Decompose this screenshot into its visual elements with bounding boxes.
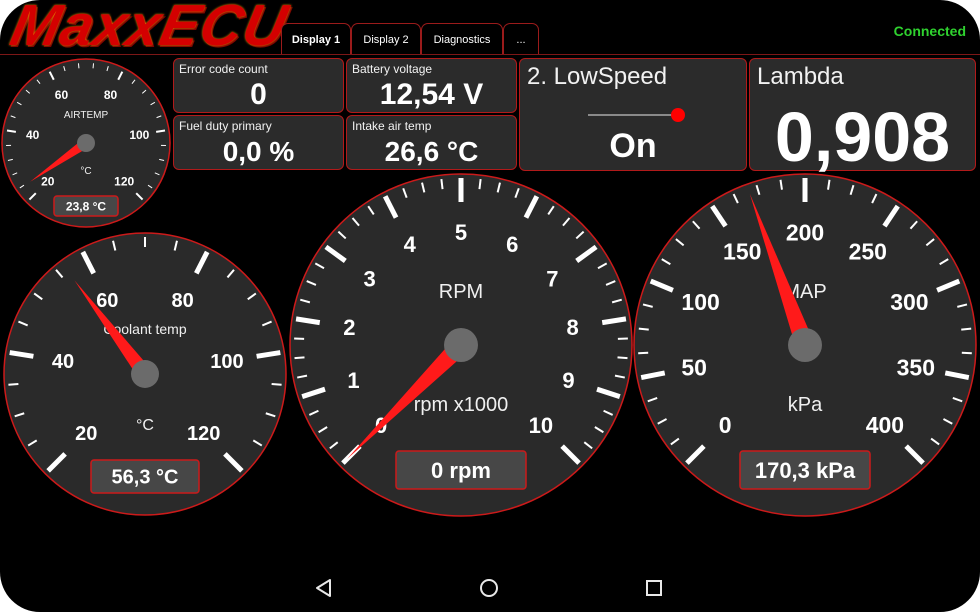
gauge-readout: 0 rpm — [431, 458, 491, 483]
tick-label: 3 — [363, 267, 375, 292]
tick-label: 20 — [41, 175, 55, 189]
tile-battery-voltage[interactable]: Battery voltage 12,54 V — [346, 58, 517, 113]
tab-divider — [0, 54, 980, 55]
gauge-coolant-temp: 204060 80100120Coolant temp°C56,3 °C — [3, 232, 287, 516]
toggle-knob-icon — [671, 108, 685, 122]
tick-label: 40 — [52, 351, 74, 373]
toggle-track — [588, 114, 678, 116]
tick-label: 350 — [897, 354, 935, 380]
gauge-unit: °C — [80, 166, 91, 177]
android-nav-bar — [0, 560, 980, 612]
home-icon[interactable] — [477, 576, 501, 600]
tick-label: 80 — [104, 88, 118, 102]
recents-icon[interactable] — [642, 576, 666, 600]
gauge-unit: rpm x1000 — [414, 394, 509, 416]
tile-label: Fuel duty primary — [179, 119, 272, 133]
tick-label: 250 — [849, 238, 887, 264]
tick-label: 10 — [529, 413, 553, 438]
tile-value: 12,54 V — [379, 78, 484, 111]
tick-label: 150 — [723, 238, 761, 264]
tick-label: 0 — [719, 412, 732, 438]
tick-label: 6 — [506, 232, 518, 257]
tile-value: 0,908 — [774, 98, 951, 176]
tile-label: Error code count — [179, 62, 268, 76]
tile-label: Battery voltage — [352, 62, 433, 76]
gauge-map: 050100150200250300350400MAPkPa170,3 kPa — [633, 173, 977, 517]
tick-label: 100 — [129, 128, 149, 142]
tick-label: 300 — [890, 289, 928, 315]
gauge-hub — [131, 360, 159, 388]
minor-tick — [271, 382, 282, 386]
major-tick — [6, 129, 17, 133]
tile-lambda[interactable]: Lambda 0,908 — [749, 58, 976, 176]
minor-tick — [617, 356, 628, 360]
tile-error-code-count[interactable]: Error code count 0 — [173, 58, 344, 113]
tile-value: 0 — [250, 78, 267, 111]
minor-tick — [478, 179, 482, 190]
tick-label: 50 — [681, 354, 707, 380]
major-tick — [155, 129, 166, 133]
gauge-rpm: 012345678910RPMrpm x10000 rpm — [289, 173, 633, 517]
gauge-airtemp: 20 40 60 80 100 120 AIRTEMP °C 23,8 °C — [1, 58, 171, 228]
tile-value: 26,6 °C — [384, 136, 479, 167]
tile-label: Intake air temp — [352, 119, 432, 133]
gauge-unit: °C — [136, 417, 154, 434]
tick-label: 100 — [681, 289, 719, 315]
tile-label: Lambda — [757, 63, 844, 90]
tab-diagnostics[interactable]: Diagnostics — [421, 23, 503, 55]
gauge-hub — [788, 328, 822, 362]
tick-label: 120 — [114, 175, 134, 189]
tick-label: 7 — [546, 267, 558, 292]
tick-label: 40 — [26, 128, 40, 142]
tab-display-2[interactable]: Display 2 — [351, 23, 421, 55]
tile-fuel-duty-primary[interactable]: Fuel duty primary 0,0 % — [173, 115, 344, 170]
tick-label: 60 — [55, 88, 69, 102]
gauge-readout: 56,3 °C — [112, 467, 179, 489]
tile-low-speed[interactable]: 2. LowSpeed On — [519, 58, 747, 171]
gauge-hub — [444, 328, 478, 362]
tick-label: 120 — [187, 423, 220, 445]
tick-label: 80 — [172, 290, 194, 312]
gauge-readout: 170,3 kPa — [755, 458, 856, 483]
maxxecu-logo: MaxxECU — [5, 0, 294, 58]
tab-display-1[interactable]: Display 1 — [281, 23, 351, 55]
dashboard-screen: MaxxECU Display 1 Display 2 Diagnostics … — [0, 0, 980, 612]
tick-label: 20 — [75, 423, 97, 445]
tick-label: 2 — [343, 315, 355, 340]
gauge-unit: kPa — [788, 394, 823, 416]
gauge-hub — [77, 134, 95, 152]
tile-label: 2. LowSpeed — [527, 63, 668, 90]
minor-tick — [638, 327, 649, 331]
tab-more[interactable]: ... — [503, 23, 539, 55]
tile-intake-air-temp[interactable]: Intake air temp 26,6 °C — [346, 115, 517, 170]
tick-label: 8 — [566, 315, 578, 340]
tick-label: 9 — [562, 368, 574, 393]
gauge-readout: 23,8 °C — [66, 199, 106, 213]
tick-label: 5 — [455, 220, 467, 245]
tick-label: 1 — [347, 368, 359, 393]
tick-label: 100 — [210, 351, 243, 373]
gauge-title: AIRTEMP — [64, 110, 109, 121]
tile-value: 0,0 % — [222, 136, 295, 167]
minor-tick — [8, 382, 19, 386]
tick-label: 400 — [866, 412, 904, 438]
back-icon[interactable] — [312, 576, 336, 600]
minor-tick — [961, 327, 972, 331]
tick-label: 200 — [786, 219, 824, 245]
connection-status: Connected — [893, 23, 966, 39]
gauge-title: RPM — [439, 281, 483, 303]
minor-tick — [440, 179, 444, 190]
minor-tick — [294, 356, 305, 360]
tick-label: 4 — [404, 232, 417, 257]
tick-label: 60 — [96, 290, 118, 312]
tile-value: On — [609, 127, 657, 165]
